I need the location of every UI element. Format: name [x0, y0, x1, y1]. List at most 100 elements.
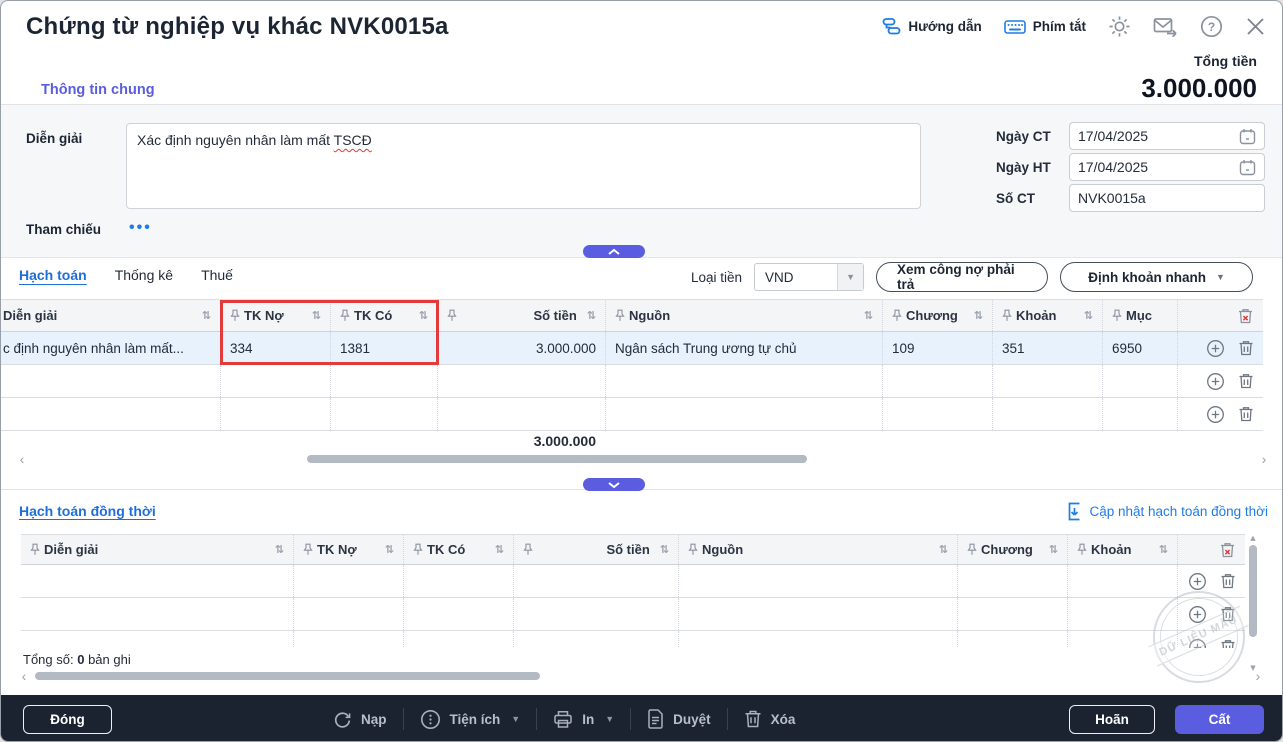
pin-icon[interactable] — [1077, 543, 1087, 556]
scroll-right-icon[interactable]: › — [1251, 669, 1265, 683]
table-row-empty[interactable] — [21, 565, 1245, 598]
utilities-button[interactable]: Tiện ích ▼ — [420, 709, 520, 730]
pin-icon[interactable] — [523, 543, 533, 556]
tab-thong-ke[interactable]: Thống kê — [115, 267, 173, 283]
sort-icon[interactable]: ⇅ — [198, 309, 211, 322]
sort-icon[interactable]: ⇅ — [935, 543, 948, 556]
table-row-empty[interactable] — [1, 365, 1263, 398]
scroll-left-icon[interactable]: ‹ — [15, 452, 29, 466]
simultaneous-section-title[interactable]: Hạch toán đồng thời — [19, 503, 156, 519]
horizontal-scrollbar[interactable]: ‹ › — [17, 669, 1265, 683]
delete-all-icon[interactable] — [1237, 307, 1254, 325]
pin-icon[interactable] — [892, 309, 902, 322]
doc-number-input[interactable]: NVK0015a — [1069, 184, 1265, 212]
approve-button[interactable]: Duyệt — [647, 709, 711, 729]
col-so-tien[interactable]: Số tiền ⇅ — [514, 535, 679, 564]
tab-thue[interactable]: Thuế — [201, 267, 233, 283]
col-so-tien[interactable]: Số tiền ⇅ — [438, 300, 606, 331]
add-row-icon[interactable] — [1206, 372, 1225, 391]
scroll-left-icon[interactable]: ‹ — [17, 669, 31, 683]
tab-hach-toan[interactable]: Hạch toán — [19, 267, 87, 283]
sort-icon[interactable]: ⇅ — [970, 309, 983, 322]
reference-more-button[interactable]: ••• — [129, 219, 152, 237]
horizontal-scrollbar[interactable]: ‹ › — [15, 452, 1271, 466]
postpone-button[interactable]: Hoãn — [1069, 704, 1155, 734]
sort-icon[interactable]: ⇅ — [1155, 543, 1168, 556]
col-tk-co[interactable]: TK Có ⇅ — [331, 300, 438, 331]
add-row-icon[interactable] — [1188, 572, 1207, 591]
scroll-up-icon[interactable]: ▲ — [1250, 534, 1255, 542]
calendar-icon[interactable] — [1239, 159, 1256, 176]
table-row-empty[interactable] — [21, 598, 1245, 631]
pin-icon[interactable] — [615, 309, 625, 322]
collapse-down-button[interactable] — [583, 478, 645, 491]
pin-icon[interactable] — [340, 309, 350, 322]
pin-icon[interactable] — [967, 543, 977, 556]
doc-date-input[interactable]: 17/04/2025 — [1069, 122, 1265, 150]
view-payables-button[interactable]: Xem công nợ phải trả — [876, 262, 1049, 292]
collapse-up-button[interactable] — [583, 245, 645, 258]
sort-icon[interactable]: ⇅ — [656, 543, 669, 556]
send-mail-icon[interactable] — [1153, 16, 1178, 37]
close-button[interactable]: Đóng — [23, 704, 112, 734]
guide-button[interactable]: Hướng dẫn — [882, 17, 982, 36]
delete-button[interactable]: Xóa — [744, 709, 795, 729]
pin-icon[interactable] — [1112, 309, 1122, 322]
delete-row-icon[interactable] — [1220, 638, 1236, 648]
col-dien-giai[interactable]: Diễn giải ⇅ — [21, 535, 294, 564]
col-tk-no[interactable]: TK Nợ ⇅ — [221, 300, 331, 331]
table-row-empty[interactable] — [1, 398, 1263, 431]
col-dien-giai[interactable]: Diễn giải ⇅ — [1, 300, 221, 331]
sort-icon[interactable]: ⇅ — [491, 543, 504, 556]
add-row-icon[interactable] — [1206, 405, 1225, 424]
shortcuts-button[interactable]: Phím tắt — [1003, 19, 1086, 35]
scrollbar-thumb[interactable] — [35, 672, 540, 680]
delete-row-icon[interactable] — [1238, 372, 1254, 390]
delete-all-icon[interactable] — [1219, 541, 1236, 559]
col-khoan[interactable]: Khoản ⇅ — [993, 300, 1103, 331]
reload-button[interactable]: Nạp — [333, 710, 387, 729]
quick-entry-button[interactable]: Định khoản nhanh ▼ — [1060, 262, 1254, 292]
pin-icon[interactable] — [1002, 309, 1012, 322]
sort-icon[interactable]: ⇅ — [381, 543, 394, 556]
scrollbar-thumb[interactable] — [1249, 545, 1257, 637]
scroll-right-icon[interactable]: › — [1257, 452, 1271, 466]
scrollbar-thumb[interactable] — [307, 455, 807, 463]
gear-icon[interactable] — [1108, 15, 1131, 38]
delete-row-icon[interactable] — [1238, 405, 1254, 423]
col-tk-no[interactable]: TK Nợ ⇅ — [294, 535, 404, 564]
save-button[interactable]: Cất — [1175, 704, 1264, 734]
pin-icon[interactable] — [447, 309, 457, 322]
pin-icon[interactable] — [413, 543, 423, 556]
help-icon[interactable]: ? — [1200, 15, 1223, 38]
sort-icon[interactable]: ⇅ — [1080, 309, 1093, 322]
pin-icon[interactable] — [30, 543, 40, 556]
table-row[interactable]: c định nguyên nhân làm mất... 334 1381 3… — [1, 332, 1263, 365]
table-row-empty[interactable] — [21, 631, 1245, 648]
col-muc[interactable]: Mục — [1103, 300, 1178, 331]
add-row-icon[interactable] — [1188, 605, 1207, 624]
pin-icon[interactable] — [303, 543, 313, 556]
update-simultaneous-link[interactable]: Cập nhật hạch toán đồng thời — [1067, 502, 1268, 521]
posting-date-input[interactable]: 17/04/2025 — [1069, 153, 1265, 181]
sort-icon[interactable]: ⇅ — [415, 309, 428, 322]
col-chuong[interactable]: Chương ⇅ — [958, 535, 1068, 564]
close-icon[interactable] — [1245, 16, 1266, 37]
col-khoan[interactable]: Khoản ⇅ — [1068, 535, 1178, 564]
pin-icon[interactable] — [230, 309, 240, 322]
col-nguon[interactable]: Nguồn ⇅ — [606, 300, 883, 331]
add-row-icon[interactable] — [1188, 638, 1207, 648]
delete-row-icon[interactable] — [1220, 572, 1236, 590]
pin-icon[interactable] — [688, 543, 698, 556]
delete-row-icon[interactable] — [1238, 339, 1254, 357]
delete-row-icon[interactable] — [1220, 605, 1236, 623]
sort-icon[interactable]: ⇅ — [583, 309, 596, 322]
chevron-down-icon[interactable]: ▼ — [837, 264, 864, 290]
print-button[interactable]: In ▼ — [553, 710, 614, 729]
col-chuong[interactable]: Chương ⇅ — [883, 300, 993, 331]
sort-icon[interactable]: ⇅ — [271, 543, 284, 556]
sort-icon[interactable]: ⇅ — [860, 309, 873, 322]
add-row-icon[interactable] — [1206, 339, 1225, 358]
vertical-scrollbar[interactable]: ▲ ▼ — [1247, 534, 1259, 672]
description-input[interactable]: Xác định nguyên nhân làm mất TSCĐ — [126, 123, 921, 209]
